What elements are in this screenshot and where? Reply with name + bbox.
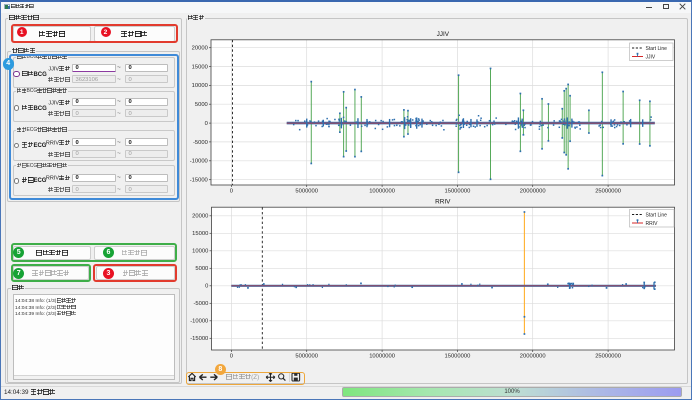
svg-text:5000: 5000: [195, 102, 208, 108]
svg-text:0: 0: [230, 354, 233, 360]
svg-text:10000: 10000: [192, 249, 208, 255]
svg-text:RRIV: RRIV: [435, 199, 451, 206]
svg-text:5000000: 5000000: [295, 354, 318, 360]
svg-text:15000000: 15000000: [445, 354, 471, 360]
svg-text:-15000: -15000: [190, 178, 208, 184]
svg-text:JJIV: JJIV: [437, 31, 450, 38]
svg-text:-5000: -5000: [193, 301, 208, 307]
svg-text:15000000: 15000000: [445, 189, 471, 195]
svg-text:25000000: 25000000: [595, 189, 621, 195]
svg-text:25000000: 25000000: [595, 354, 621, 360]
svg-text:0: 0: [205, 121, 208, 127]
svg-text:-5000: -5000: [193, 140, 208, 146]
svg-text:0: 0: [230, 189, 233, 195]
svg-text:20000000: 20000000: [520, 354, 546, 360]
svg-text:-10000: -10000: [190, 159, 208, 165]
svg-text:10000000: 10000000: [369, 354, 395, 360]
svg-text:-15000: -15000: [190, 336, 208, 342]
svg-text:20000: 20000: [192, 214, 208, 220]
svg-text:15000: 15000: [192, 64, 208, 70]
svg-text:RRIV: RRIV: [646, 221, 659, 227]
svg-text:JJIV: JJIV: [646, 55, 656, 61]
svg-text:0: 0: [205, 284, 208, 290]
svg-text:5000000: 5000000: [295, 189, 318, 195]
svg-text:Start Line: Start Line: [646, 213, 668, 219]
svg-text:20000: 20000: [192, 46, 208, 52]
svg-text:20000000: 20000000: [520, 189, 546, 195]
svg-text:10000: 10000: [192, 83, 208, 89]
svg-text:-10000: -10000: [190, 319, 208, 325]
svg-text:10000000: 10000000: [369, 189, 395, 195]
svg-text:15000: 15000: [192, 231, 208, 237]
svg-text:5000: 5000: [195, 266, 208, 272]
svg-text:Start Line: Start Line: [646, 46, 668, 52]
